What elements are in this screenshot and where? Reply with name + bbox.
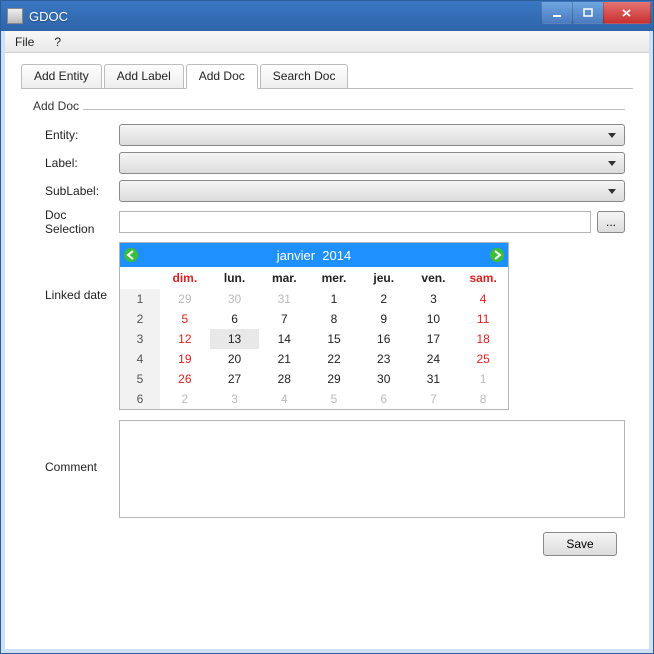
cal-day-cell[interactable]: 29 (309, 369, 359, 389)
cal-day-cell[interactable]: 24 (409, 349, 459, 369)
cal-week-number: 4 (120, 349, 160, 369)
cal-day-cell[interactable]: 31 (409, 369, 459, 389)
minimize-button[interactable] (541, 2, 573, 24)
cal-day-cell[interactable]: 26 (160, 369, 210, 389)
cal-day-cell[interactable]: 8 (458, 389, 508, 409)
cal-week-number: 3 (120, 329, 160, 349)
tab-add-doc[interactable]: Add Doc (186, 64, 258, 89)
label-combo[interactable] (119, 152, 625, 174)
cal-day-cell[interactable]: 21 (259, 349, 309, 369)
cal-day-cell[interactable]: 9 (359, 309, 409, 329)
cal-day-cell[interactable]: 30 (210, 289, 260, 309)
cal-day-cell[interactable]: 28 (259, 369, 309, 389)
cal-week-number: 1 (120, 289, 160, 309)
cal-week-number: 2 (120, 309, 160, 329)
app-icon (7, 8, 23, 24)
cal-day-header: mer. (309, 267, 359, 289)
cal-day-cell[interactable]: 19 (160, 349, 210, 369)
menu-file[interactable]: File (5, 33, 44, 51)
cal-title[interactable]: janvier 2014 (142, 248, 486, 263)
label-label: Label: (29, 156, 119, 170)
cal-month: janvier (277, 248, 315, 263)
calendar: janvier 2014 dim.lun.mar.mer.jeu.ven.sam… (119, 242, 509, 410)
cal-day-cell[interactable]: 15 (309, 329, 359, 349)
cal-day-cell[interactable]: 3 (409, 289, 459, 309)
cal-week-number: 5 (120, 369, 160, 389)
sublabel-combo[interactable] (119, 180, 625, 202)
cal-day-header: lun. (210, 267, 260, 289)
cal-day-cell[interactable]: 1 (309, 289, 359, 309)
titlebar[interactable]: GDOC (1, 1, 653, 31)
comment-label: Comment (29, 420, 119, 474)
cal-day-cell[interactable]: 23 (359, 349, 409, 369)
cal-day-cell[interactable]: 8 (309, 309, 359, 329)
cal-day-cell[interactable]: 11 (458, 309, 508, 329)
cal-day-header: ven. (409, 267, 459, 289)
cal-day-header: sam. (458, 267, 508, 289)
cal-day-cell[interactable]: 5 (309, 389, 359, 409)
cal-day-cell[interactable]: 2 (359, 289, 409, 309)
cal-day-header: mar. (259, 267, 309, 289)
docsel-input[interactable] (119, 211, 591, 233)
cal-day-cell[interactable]: 7 (409, 389, 459, 409)
cal-day-cell[interactable]: 31 (259, 289, 309, 309)
cal-day-cell[interactable]: 25 (458, 349, 508, 369)
cal-day-cell[interactable]: 10 (409, 309, 459, 329)
tabstrip: Add Entity Add Label Add Doc Search Doc (21, 63, 633, 89)
tab-add-entity[interactable]: Add Entity (21, 64, 102, 89)
cal-day-cell[interactable]: 22 (309, 349, 359, 369)
cal-day-header: jeu. (359, 267, 409, 289)
save-button[interactable]: Save (543, 532, 617, 556)
cal-day-cell[interactable]: 20 (210, 349, 260, 369)
app-window: GDOC File ? Add Entity Add Label Add Doc… (0, 0, 654, 654)
cal-day-cell[interactable]: 29 (160, 289, 210, 309)
close-button[interactable] (603, 2, 651, 24)
cal-day-cell[interactable]: 13 (210, 329, 260, 349)
tab-search-doc[interactable]: Search Doc (260, 64, 349, 89)
browse-button[interactable]: ... (597, 211, 625, 233)
cal-next-button[interactable] (486, 244, 508, 266)
cal-day-cell[interactable]: 2 (160, 389, 210, 409)
cal-day-cell[interactable]: 18 (458, 329, 508, 349)
panel-title: Add Doc (29, 99, 83, 113)
cal-day-cell[interactable]: 14 (259, 329, 309, 349)
cal-weeknum-header (120, 267, 160, 289)
docsel-label: Doc Selection (29, 208, 119, 236)
cal-day-cell[interactable]: 7 (259, 309, 309, 329)
cal-day-cell[interactable]: 5 (160, 309, 210, 329)
entity-combo[interactable] (119, 124, 625, 146)
cal-day-cell[interactable]: 4 (259, 389, 309, 409)
cal-day-cell[interactable]: 1 (458, 369, 508, 389)
window-title: GDOC (29, 9, 542, 24)
cal-day-cell[interactable]: 27 (210, 369, 260, 389)
linkeddate-label: Linked date (29, 242, 119, 302)
cal-day-cell[interactable]: 6 (210, 309, 260, 329)
comment-textarea[interactable] (119, 420, 625, 518)
maximize-button[interactable] (572, 2, 604, 24)
cal-day-cell[interactable]: 12 (160, 329, 210, 349)
cal-prev-button[interactable] (120, 244, 142, 266)
menu-help[interactable]: ? (44, 33, 71, 51)
cal-week-number: 6 (120, 389, 160, 409)
cal-day-cell[interactable]: 3 (210, 389, 260, 409)
sublabel-label: SubLabel: (29, 184, 119, 198)
tab-add-label[interactable]: Add Label (104, 64, 184, 89)
cal-day-cell[interactable]: 4 (458, 289, 508, 309)
cal-year: 2014 (322, 248, 351, 263)
cal-day-cell[interactable]: 30 (359, 369, 409, 389)
cal-day-cell[interactable]: 17 (409, 329, 459, 349)
entity-label: Entity: (29, 128, 119, 142)
cal-day-cell[interactable]: 6 (359, 389, 409, 409)
cal-day-header: dim. (160, 267, 210, 289)
cal-day-cell[interactable]: 16 (359, 329, 409, 349)
menubar: File ? (5, 31, 649, 53)
